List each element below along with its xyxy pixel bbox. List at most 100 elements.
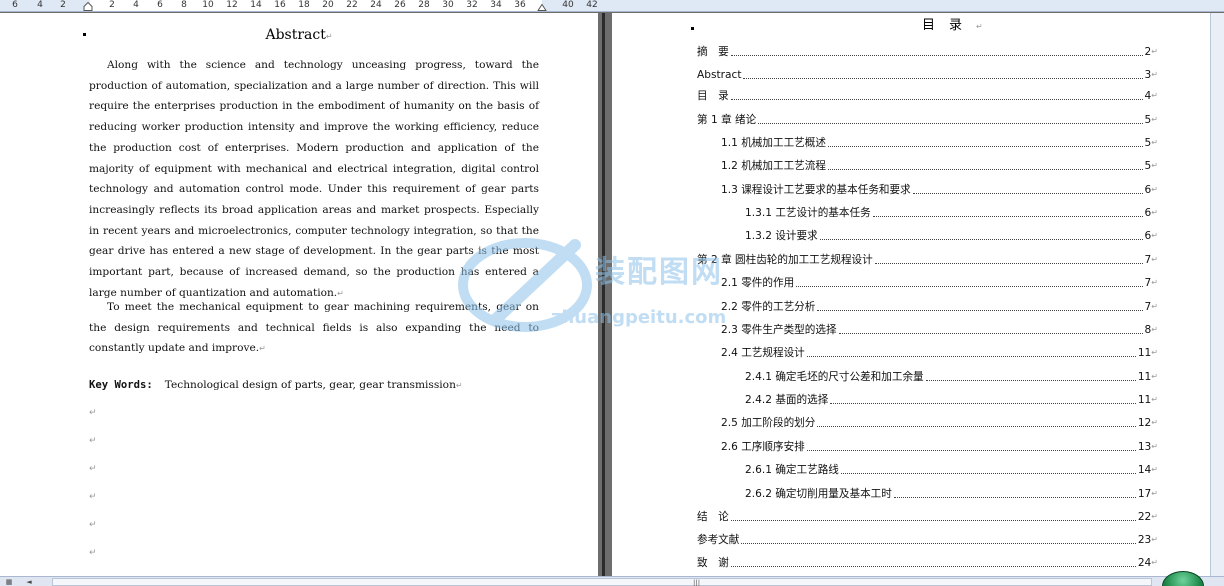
document-page-abstract[interactable]: Abstract↵ Along with the science and tec… [0, 13, 598, 576]
toc-entry-page: 4 [1144, 90, 1152, 102]
toc-entry[interactable]: 1.1 机械加工工艺概述 5 ↵ [721, 136, 1158, 150]
toc-entry-title: 致 谢 [697, 557, 729, 569]
toc-dot-leader [838, 333, 1143, 334]
paragraph-mark: ↵ [1151, 115, 1158, 124]
paragraph-mark: ↵ [1151, 185, 1158, 194]
toc-dot-leader [817, 426, 1136, 427]
toc-entry-title: 2.6.2 确定切削用量及基本工时 [745, 488, 892, 500]
toc-dot-leader [730, 520, 1136, 521]
right-indent-marker[interactable] [537, 2, 547, 11]
ruler-tick-label: 2 [109, 0, 115, 10]
toc-dot-leader [925, 380, 1136, 381]
toc-entry[interactable]: Abstract 3 ↵ [697, 68, 1158, 82]
toc-entry-title: 1.3 课程设计工艺要求的基本任务和要求 [721, 184, 911, 196]
toc-entry[interactable]: 结 论 22 ↵ [697, 510, 1158, 524]
paragraph-mark: ↵ [1151, 91, 1158, 100]
ruler-tick-label: 42 [586, 0, 598, 10]
toc-entry-page: 14 [1137, 464, 1152, 476]
document-page-toc[interactable]: 目录↵ 摘 要 2 ↵ Abstract 3 ↵ 目 录 4 ↵ 第 1 章 绪论 5 ↵ 1.1 机械… [612, 13, 1210, 576]
toc-entry-page: 23 [1137, 534, 1152, 546]
toc-entry-title: 2.1 零件的作用 [721, 277, 795, 289]
toc-dot-leader [840, 473, 1136, 474]
toc-entry[interactable]: 2.5 加工阶段的划分 12 ↵ [721, 416, 1158, 430]
ruler-tick-label: 14 [250, 0, 262, 10]
empty-paragraph-mark: ↵ [89, 464, 97, 474]
toc-title: 目录↵ [922, 18, 983, 33]
paragraph-mark: ↵ [1151, 208, 1158, 217]
horizontal-scrollbar[interactable]: ||| [52, 578, 1152, 586]
toc-entry-title: 1.3.1 工艺设计的基本任务 [745, 207, 871, 219]
page-divider [602, 13, 605, 576]
toc-entry[interactable]: 2.6.1 确定工艺路线 14 ↵ [745, 463, 1158, 477]
toc-entry-page: 7 [1144, 277, 1152, 289]
toc-entry-title: 第 2 章 圆柱齿轮的加工工艺规程设计 [697, 254, 873, 266]
ruler-tick-label: 30 [442, 0, 454, 10]
paragraph-mark: ↵ [1151, 70, 1158, 79]
paragraph-mark: ↵ [1151, 47, 1158, 56]
ruler-tick-label: 22 [346, 0, 358, 10]
toc-entry[interactable]: 第 2 章 圆柱齿轮的加工工艺规程设计 7 ↵ [697, 253, 1158, 267]
toc-entry[interactable]: 1.2 机械加工工艺流程 5 ↵ [721, 159, 1158, 173]
toc-entry-page: 8 [1144, 324, 1152, 336]
toc-entry[interactable]: 2.4.2 基面的选择 11 ↵ [745, 393, 1158, 407]
paragraph-mark: ↵ [1151, 558, 1158, 567]
toc-entry-page: 6 [1144, 230, 1152, 242]
ruler-tick-label: 20 [322, 0, 334, 10]
paragraph-mark: ↵ [1151, 418, 1158, 427]
toc-dot-leader [830, 403, 1136, 404]
toc-entry-page: 3 [1144, 69, 1152, 81]
vertical-scrollbar[interactable] [1210, 13, 1224, 576]
toc-dot-leader [872, 216, 1143, 217]
toc-entry[interactable]: 第 1 章 绪论 5 ↵ [697, 113, 1158, 127]
toc-entry[interactable]: 参考文献 23 ↵ [697, 533, 1158, 547]
paragraph-mark: ↵ [1151, 278, 1158, 287]
toc-entry-page: 11 [1137, 347, 1152, 359]
toc-entry-title: 第 1 章 绪论 [697, 114, 757, 126]
paragraph-mark: ↵ [1151, 161, 1158, 170]
toc-entry[interactable]: 1.3.2 设计要求 6 ↵ [745, 229, 1158, 243]
toc-dot-leader [817, 310, 1143, 311]
toc-dot-leader [743, 78, 1143, 79]
paragraph-mark: ↵ [1151, 348, 1158, 357]
toc-entry[interactable]: 致 谢 24 ↵ [697, 556, 1158, 570]
toc-entry-page: 5 [1144, 160, 1152, 172]
toc-entry-title: 1.2 机械加工工艺流程 [721, 160, 826, 172]
toc-entry[interactable]: 2.3 零件生产类型的选择 8 ↵ [721, 323, 1158, 337]
toc-entry[interactable]: 2.4 工艺规程设计 11 ↵ [721, 346, 1158, 360]
toc-entry[interactable]: 2.1 零件的作用 7 ↵ [721, 276, 1158, 290]
empty-paragraph-mark: ↵ [89, 548, 97, 558]
toc-entry-page: 13 [1137, 441, 1152, 453]
toc-entry-page: 11 [1137, 394, 1152, 406]
toc-entry-title: 2.3 零件生产类型的选择 [721, 324, 837, 336]
toc-entry[interactable]: 1.3 课程设计工艺要求的基本任务和要求 6 ↵ [721, 183, 1158, 197]
toc-entry-title: 2.4.1 确定毛坯的尺寸公差和加工余量 [745, 371, 924, 383]
paragraph-mark: ↵ [1151, 138, 1158, 147]
toc-entry-page: 17 [1137, 488, 1152, 500]
toc-entry[interactable]: 2.4.1 确定毛坯的尺寸公差和加工余量 11 ↵ [745, 370, 1158, 384]
toc-entry[interactable]: 摘 要 2 ↵ [697, 45, 1158, 59]
ruler-tick-label: 4 [133, 0, 139, 10]
toc-entry[interactable]: 2.6.2 确定切削用量及基本工时 17 ↵ [745, 487, 1158, 501]
ruler-tick-label: 36 [514, 0, 526, 10]
toc-dot-leader [730, 566, 1136, 567]
toc-entry-page: 12 [1137, 417, 1152, 429]
toc-entry-page: 2 [1144, 46, 1152, 58]
ruler-tick-label: 40 [562, 0, 574, 10]
left-indent-marker[interactable] [83, 2, 93, 11]
toc-dot-leader [827, 169, 1143, 170]
toc-entry-page: 22 [1137, 511, 1152, 523]
abstract-paragraph-2: To meet the mechanical equipment to gear… [89, 301, 539, 355]
toc-entry[interactable]: 1.3.1 工艺设计的基本任务 6 ↵ [745, 206, 1158, 220]
ruler-tick-label: 12 [226, 0, 238, 10]
paragraph-mark: ↵ [1151, 255, 1158, 264]
toc-entry-title: 2.4.2 基面的选择 [745, 394, 829, 406]
toc-entry[interactable]: 2.6 工序顺序安排 13 ↵ [721, 440, 1158, 454]
horizontal-ruler[interactable]: 6 4 2 2 4 6 8 10 12 14 16 18 20 22 24 26 28 30 32 34 36 40 42 [0, 0, 1224, 12]
toc-entry[interactable]: 目 录 4 ↵ [697, 89, 1158, 103]
toc-entry[interactable]: 2.2 零件的工艺分析 7 ↵ [721, 300, 1158, 314]
view-mode-icon[interactable]: ▦ [2, 577, 16, 586]
scroll-left-arrow-icon[interactable]: ◄ [22, 577, 36, 586]
scrollbar-grip[interactable]: ||| [693, 580, 700, 586]
toc-entry-page: 7 [1144, 254, 1152, 266]
paragraph-mark: ↵ [1151, 489, 1158, 498]
